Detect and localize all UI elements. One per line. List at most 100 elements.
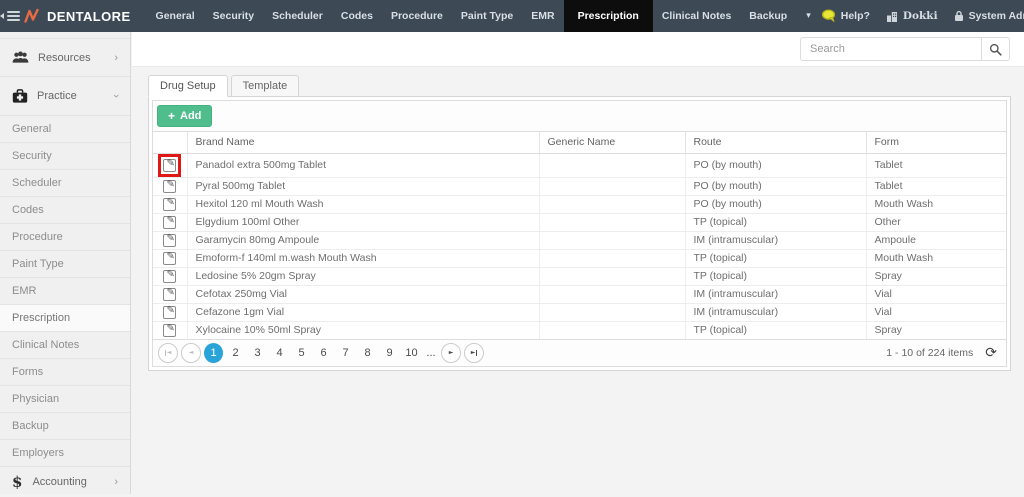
edit-column-header xyxy=(153,132,187,153)
page-button-7[interactable]: 7 xyxy=(336,343,355,363)
sidebar-item-scheduler[interactable]: Scheduler xyxy=(0,170,130,197)
user-menu[interactable]: System Administrator ▾ xyxy=(954,10,1024,22)
edit-icon[interactable]: ✎ xyxy=(163,324,176,337)
sidebar-collapse-icon[interactable] xyxy=(0,0,20,32)
nav-item-scheduler[interactable]: Scheduler xyxy=(263,0,332,32)
nav-item-backup[interactable]: Backup xyxy=(740,0,796,32)
edit-cell: ✎ xyxy=(153,213,187,231)
edit-icon[interactable]: ✎ xyxy=(163,288,176,301)
page-ellipsis[interactable]: ... xyxy=(424,347,438,359)
edit-icon[interactable]: ✎ xyxy=(163,270,176,283)
collapse-arrow-icon xyxy=(0,13,4,19)
page-button-2[interactable]: 2 xyxy=(226,343,245,363)
edit-icon[interactable]: ✎ xyxy=(163,216,176,229)
table-row: ✎ Garamycin 80mg Ampoule IM (intramuscul… xyxy=(153,231,1006,249)
generic-cell xyxy=(539,213,685,231)
next-page-button[interactable]: ► xyxy=(441,343,461,363)
edit-icon[interactable]: ✎ xyxy=(163,198,176,211)
route-cell: TP (topical) xyxy=(685,267,866,285)
form-cell: Other xyxy=(866,213,1006,231)
add-button[interactable]: + Add xyxy=(157,105,212,127)
highlight-box: ✎ xyxy=(158,154,181,177)
sidebar: Resources › Practice › General Security … xyxy=(0,32,131,494)
brand-cell: Cefotax 250mg Vial xyxy=(187,285,539,303)
sidebar-item-prescription[interactable]: Prescription xyxy=(0,305,130,332)
sidebar-item-emr[interactable]: EMR xyxy=(0,278,130,305)
table-row: ✎ Xylocaine 10% 50ml Spray TP (topical) … xyxy=(153,321,1006,339)
tab-content: + Add Brand Name Generic Name Route Form xyxy=(148,96,1011,371)
top-navbar: DENTALORE General Security Scheduler Cod… xyxy=(0,0,1024,32)
brand-cell: Garamycin 80mg Ampoule xyxy=(187,231,539,249)
route-cell: TP (topical) xyxy=(685,321,866,339)
nav-item-emr[interactable]: EMR xyxy=(522,0,563,32)
last-page-button[interactable]: ► xyxy=(464,343,484,363)
first-page-button[interactable]: ◄ xyxy=(158,343,178,363)
tab-template[interactable]: Template xyxy=(231,75,300,97)
route-cell: PO (by mouth) xyxy=(685,195,866,213)
chevron-down-icon: › xyxy=(110,94,122,98)
sidebar-group-accounting[interactable]: $ Accounting › xyxy=(0,467,130,497)
nav-item-security[interactable]: Security xyxy=(204,0,263,32)
sidebar-group-resources[interactable]: Resources › xyxy=(0,38,130,77)
nav-item-codes[interactable]: Codes xyxy=(332,0,382,32)
sidebar-item-clinical-notes[interactable]: Clinical Notes xyxy=(0,332,130,359)
sidebar-group-practice[interactable]: Practice › xyxy=(0,77,130,116)
previous-page-button[interactable]: ◄ xyxy=(181,343,201,363)
page-button-8[interactable]: 8 xyxy=(358,343,377,363)
edit-icon[interactable]: ✎ xyxy=(163,159,176,172)
sidebar-item-forms[interactable]: Forms xyxy=(0,359,130,386)
form-cell: Mouth Wash xyxy=(866,249,1006,267)
pager-info-text: 1 - 10 of 224 items xyxy=(886,347,973,359)
sidebar-item-general[interactable]: General xyxy=(0,116,130,143)
page-button-6[interactable]: 6 xyxy=(314,343,333,363)
page-button-3[interactable]: 3 xyxy=(248,343,267,363)
sidebar-item-backup[interactable]: Backup xyxy=(0,413,130,440)
nav-item-paint-type[interactable]: Paint Type xyxy=(452,0,522,32)
search-button[interactable] xyxy=(981,37,1010,61)
page-button-1[interactable]: 1 xyxy=(204,343,223,363)
help-button[interactable]: Help? xyxy=(821,9,870,23)
route-cell: IM (intramuscular) xyxy=(685,231,866,249)
nav-item-procedure[interactable]: Procedure xyxy=(382,0,452,32)
generic-cell xyxy=(539,267,685,285)
sidebar-item-codes[interactable]: Codes xyxy=(0,197,130,224)
form-cell: Ampoule xyxy=(866,231,1006,249)
brand-cell: Elgydium 100ml Other xyxy=(187,213,539,231)
sidebar-item-procedure[interactable]: Procedure xyxy=(0,224,130,251)
edit-cell: ✎ xyxy=(153,285,187,303)
brand-logo[interactable]: DENTALORE xyxy=(20,0,147,32)
add-button-label: Add xyxy=(180,110,201,122)
clinic-name: Dokki xyxy=(903,10,938,22)
sidebar-item-security[interactable]: Security xyxy=(0,143,130,170)
edit-cell: ✎ xyxy=(153,267,187,285)
prescription-panel: Drug Setup Template + Add Brand Name Gen… xyxy=(148,75,1011,371)
clinic-selector[interactable]: Dokki xyxy=(886,10,938,22)
tab-drug-setup[interactable]: Drug Setup xyxy=(148,75,228,97)
page-button-5[interactable]: 5 xyxy=(292,343,311,363)
form-header[interactable]: Form xyxy=(866,132,1006,153)
edit-cell: ✎ xyxy=(153,249,187,267)
page-button-9[interactable]: 9 xyxy=(380,343,399,363)
sidebar-item-employers[interactable]: Employers xyxy=(0,440,130,467)
brand-name-header[interactable]: Brand Name xyxy=(187,132,539,153)
edit-icon[interactable]: ✎ xyxy=(163,252,176,265)
edit-icon[interactable]: ✎ xyxy=(163,234,176,247)
edit-icon[interactable]: ✎ xyxy=(163,306,176,319)
nav-item-prescription[interactable]: Prescription xyxy=(564,0,653,32)
search-input[interactable] xyxy=(800,37,981,61)
people-icon xyxy=(12,51,29,64)
nav-more-dropdown[interactable]: ▾ xyxy=(796,0,821,32)
page-button-10[interactable]: 10 xyxy=(402,343,421,363)
sidebar-item-paint-type[interactable]: Paint Type xyxy=(0,251,130,278)
nav-item-clinical-notes[interactable]: Clinical Notes xyxy=(653,0,740,32)
route-header[interactable]: Route xyxy=(685,132,866,153)
search-icon xyxy=(989,43,1002,56)
drug-table: Brand Name Generic Name Route Form ✎ Pan xyxy=(153,132,1006,339)
nav-item-general[interactable]: General xyxy=(147,0,204,32)
refresh-icon[interactable]: ⟳ xyxy=(985,346,997,360)
edit-icon[interactable]: ✎ xyxy=(163,180,176,193)
page-button-4[interactable]: 4 xyxy=(270,343,289,363)
sidebar-item-physician[interactable]: Physician xyxy=(0,386,130,413)
generic-name-header[interactable]: Generic Name xyxy=(539,132,685,153)
form-cell: Tablet xyxy=(866,177,1006,195)
